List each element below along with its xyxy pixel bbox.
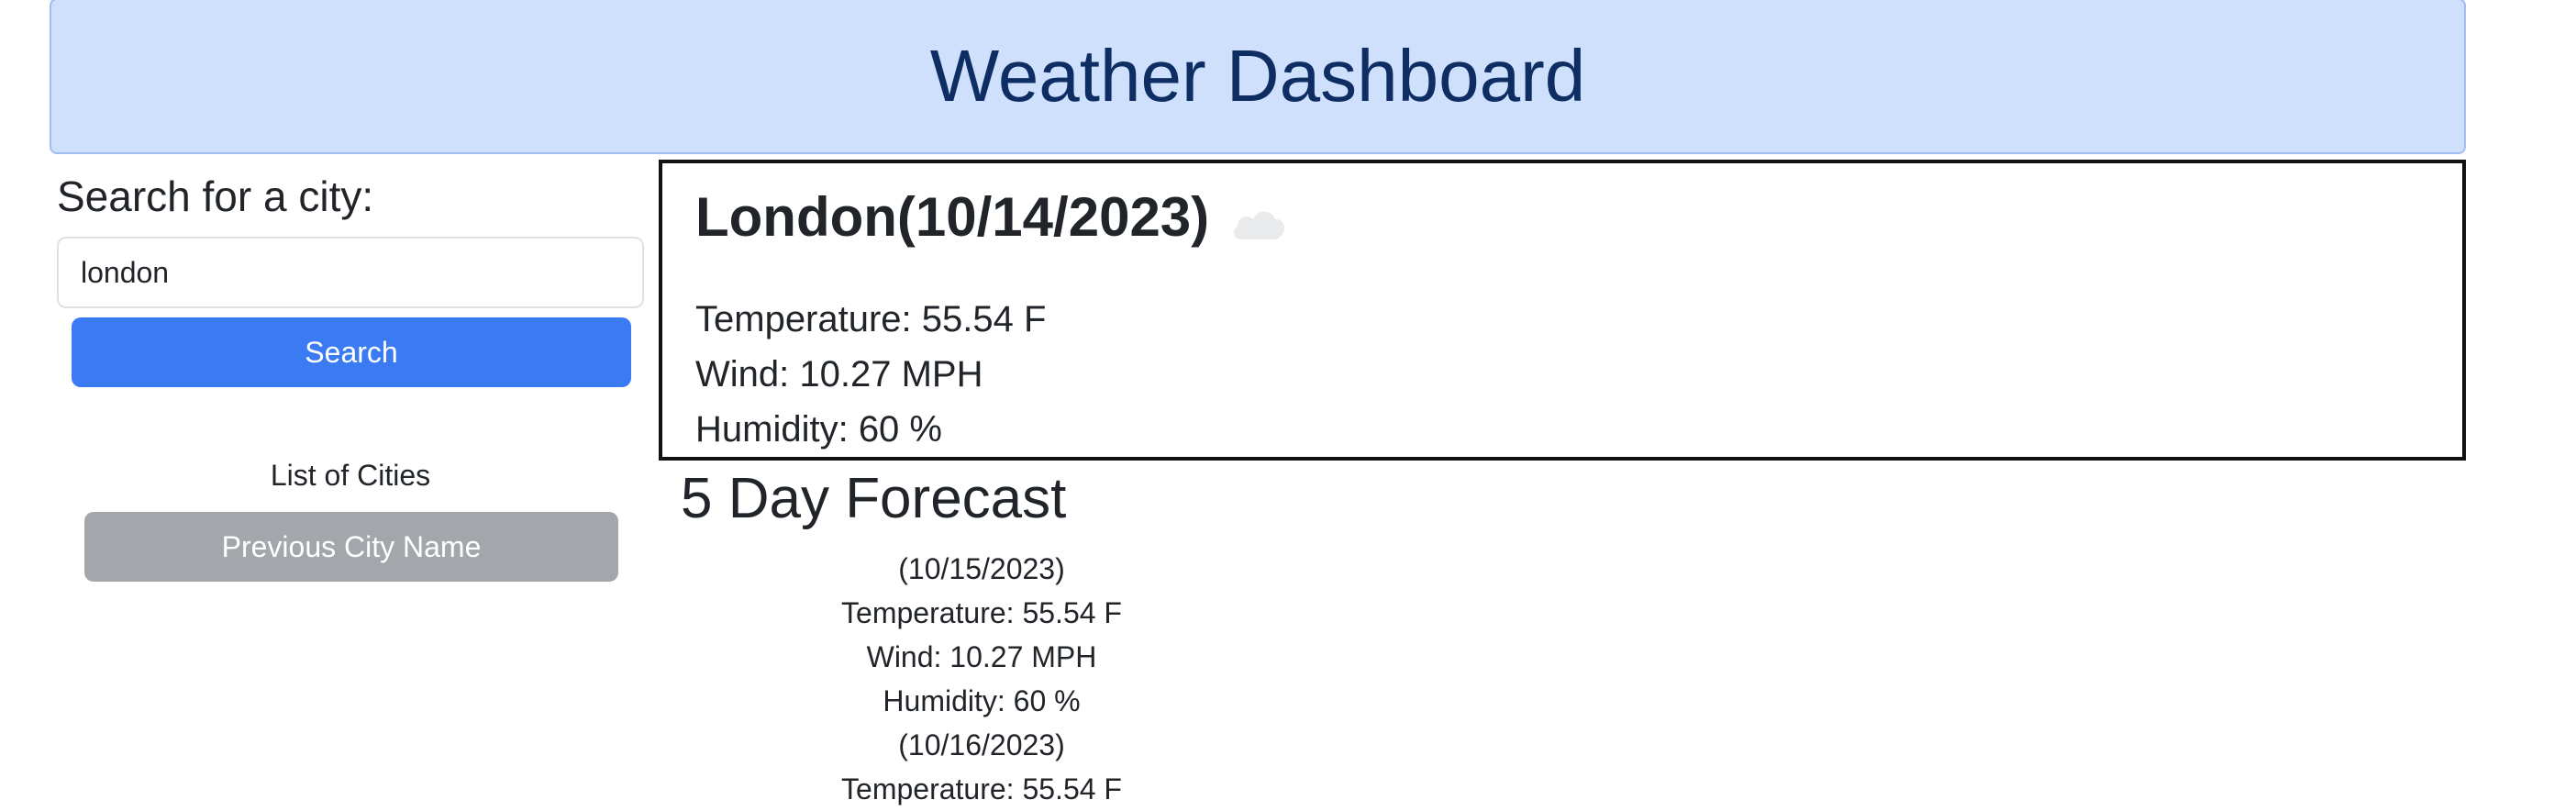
- forecast-date: (10/16/2023): [898, 728, 1065, 761]
- previous-city-button[interactable]: Previous City Name: [84, 512, 618, 582]
- current-title-row: London(10/14/2023): [695, 185, 1288, 249]
- current-wind: Wind: 10.27 MPH: [695, 354, 983, 394]
- forecast-temperature: Temperature: 55.54 F: [841, 596, 1122, 629]
- search-input[interactable]: [57, 237, 644, 308]
- sidebar: Search for a city: Search List of Cities…: [57, 158, 644, 582]
- forecast-list: (10/15/2023) Temperature: 55.54 F Wind: …: [798, 547, 1165, 811]
- current-city-title: London(10/14/2023): [695, 186, 1210, 248]
- forecast-day: (10/15/2023) Temperature: 55.54 F Wind: …: [798, 547, 1165, 723]
- current-weather-card: London(10/14/2023) Temperature: 55.54 F …: [659, 160, 2466, 461]
- current-humidity: Humidity: 60 %: [695, 409, 942, 450]
- cloud-icon: [1234, 211, 1285, 239]
- forecast-wind: Wind: 10.27 MPH: [866, 640, 1097, 673]
- forecast-temperature: Temperature: 55.54 F: [841, 772, 1122, 805]
- search-label: Search for a city:: [57, 172, 374, 220]
- search-button[interactable]: Search: [72, 317, 631, 387]
- forecast-day: (10/16/2023) Temperature: 55.54 F: [798, 723, 1165, 811]
- cities-list-label: List of Cities: [270, 459, 431, 492]
- header-banner: Weather Dashboard: [50, 0, 2466, 154]
- forecast-humidity: Humidity: 60 %: [883, 684, 1081, 717]
- current-temperature: Temperature: 55.54 F: [695, 299, 1047, 339]
- page-title: Weather Dashboard: [929, 35, 1586, 117]
- forecast-heading: 5 Day Forecast: [681, 467, 1067, 530]
- forecast-date: (10/15/2023): [898, 552, 1065, 585]
